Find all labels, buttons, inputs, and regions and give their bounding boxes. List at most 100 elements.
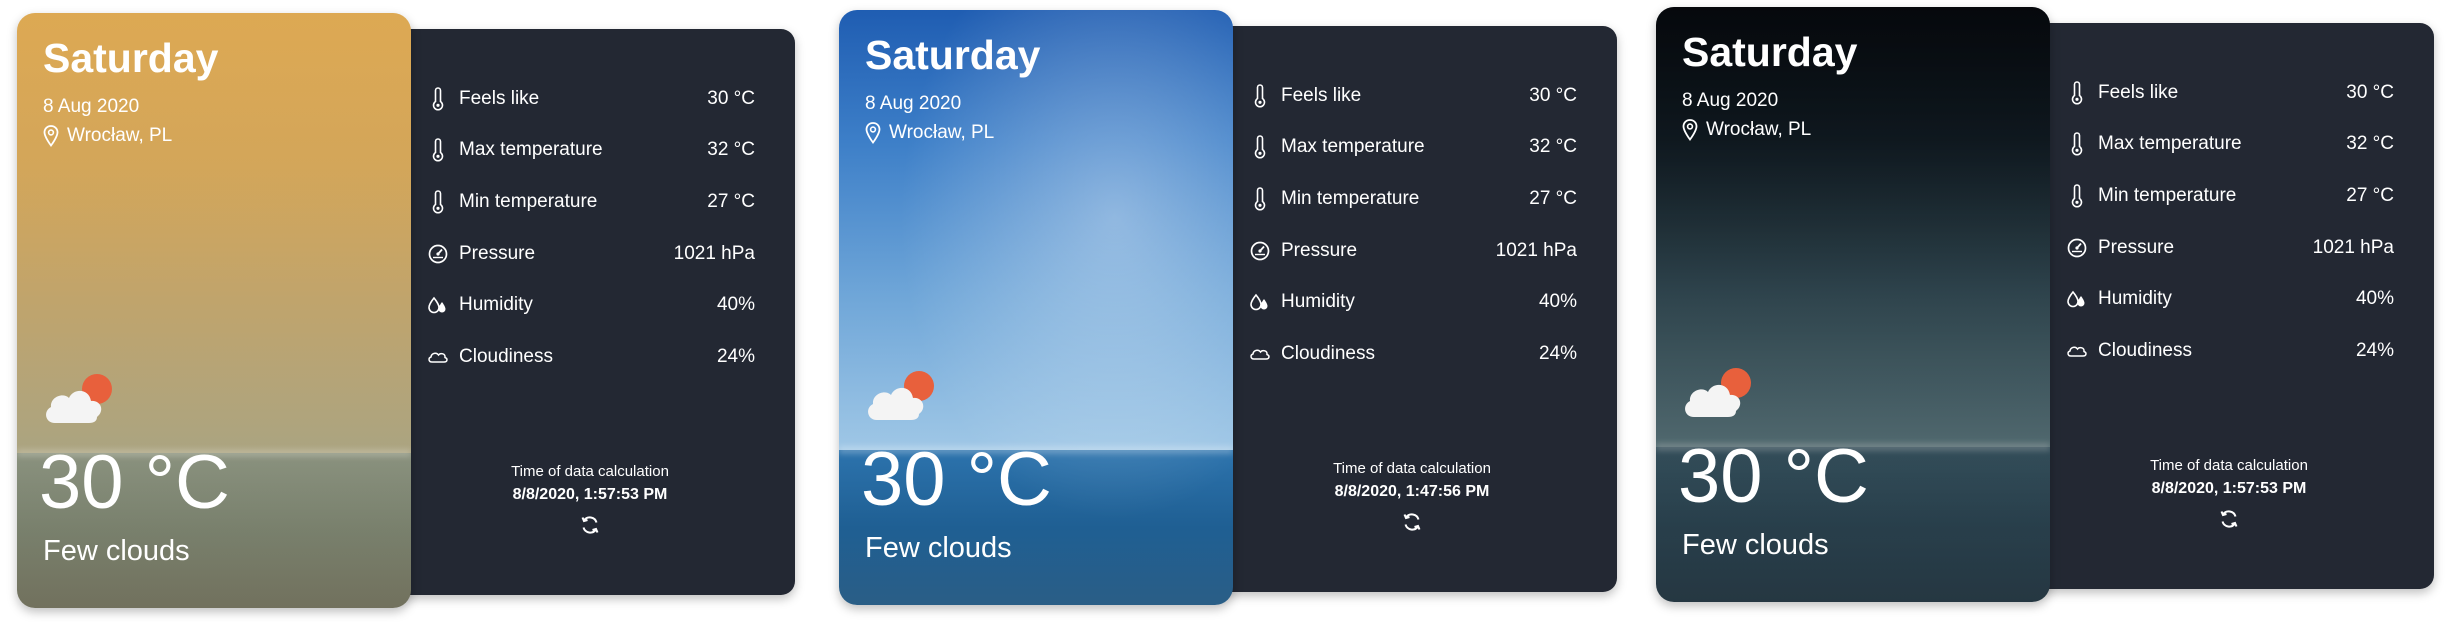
detail-label: Cloudiness (1281, 342, 1375, 364)
detail-row: Feels like 30 °C (427, 73, 755, 125)
detail-row: Cloudiness 24% (1249, 328, 1577, 380)
details-panel: Feels like 30 °C Max temperature 32 °C M… (1207, 26, 1617, 592)
detail-value: 32 °C (707, 139, 755, 161)
location: Wrocław, PL (865, 122, 994, 144)
detail-row: Feels like 30 °C (1249, 70, 1577, 122)
detail-label: Min temperature (459, 190, 598, 212)
detail-label: Max temperature (2098, 133, 2242, 155)
calc-label: Time of data calculation (1333, 460, 1491, 477)
date-text: 8 Aug 2020 (865, 93, 962, 114)
refresh-icon[interactable] (2218, 508, 2240, 530)
detail-label: Pressure (1281, 239, 1358, 261)
thermometer-icon (427, 138, 449, 162)
location-text: Wrocław, PL (1706, 119, 1812, 140)
detail-value: 32 °C (2346, 133, 2394, 155)
detail-value: 27 °C (707, 190, 755, 212)
detail-row: Feels like 30 °C (2066, 67, 2394, 119)
detail-row: Humidity 40% (427, 279, 755, 331)
details-list: Feels like 30 °C Max temperature 32 °C M… (427, 73, 755, 383)
gauge-icon (2066, 236, 2088, 260)
details-list: Feels like 30 °C Max temperature 32 °C M… (1249, 70, 1577, 380)
detail-label: Cloudiness (459, 345, 553, 367)
detail-label: Pressure (459, 242, 536, 264)
detail-row: Max temperature 32 °C (1249, 122, 1577, 174)
refresh-icon[interactable] (579, 514, 601, 536)
details-panel: Feels like 30 °C Max temperature 32 °C M… (2024, 23, 2434, 589)
detail-label: Feels like (1281, 84, 1362, 106)
thermometer-icon (2066, 81, 2088, 105)
detail-value: 30 °C (2346, 81, 2394, 103)
droplets-icon (1249, 290, 1271, 314)
thermometer-icon (2066, 184, 2088, 208)
day-name: Saturday (865, 32, 1041, 78)
calc-info: Time of data calculation 8/8/2020, 1:57:… (385, 463, 795, 541)
location-pin-icon (43, 125, 59, 147)
temperature: 30 °C (39, 440, 230, 525)
detail-row: Humidity 40% (1249, 276, 1577, 328)
detail-value: 40% (1538, 291, 1577, 313)
detail-label: Feels like (459, 87, 540, 109)
thermometer-icon (427, 190, 449, 214)
refresh-icon[interactable] (1401, 511, 1423, 533)
location: Wrocław, PL (1682, 119, 1811, 141)
weather-hero-card: Saturday 8 Aug 2020 Wrocław, PL 30 °C Fe… (839, 10, 1233, 605)
droplets-icon (2066, 287, 2088, 311)
temperature: 30 °C (861, 437, 1052, 522)
detail-value: 27 °C (1529, 187, 1577, 209)
weather-hero-card: Saturday 8 Aug 2020 Wrocław, PL 30 °C Fe… (17, 13, 411, 608)
cloud-sun-icon (1680, 365, 1756, 421)
thermometer-icon (1249, 84, 1271, 108)
gauge-icon (427, 242, 449, 266)
thermometer-icon (427, 87, 449, 111)
detail-row: Min temperature 27 °C (1249, 173, 1577, 225)
calc-label: Time of data calculation (2150, 457, 2308, 474)
cloud-sun-icon (863, 368, 939, 424)
cloud-sun-icon (41, 371, 117, 427)
detail-value: 1021 hPa (673, 242, 755, 264)
day-name: Saturday (43, 35, 219, 81)
detail-value: 40% (2355, 288, 2394, 310)
detail-label: Feels like (2098, 81, 2179, 103)
detail-row: Cloudiness 24% (2066, 325, 2394, 377)
detail-label: Cloudiness (2098, 339, 2192, 361)
detail-row: Max temperature 32 °C (2066, 119, 2394, 171)
detail-label: Max temperature (1281, 136, 1425, 158)
detail-value: 30 °C (707, 87, 755, 109)
detail-value: 30 °C (1529, 84, 1577, 106)
detail-value: 27 °C (2346, 184, 2394, 206)
location-pin-icon (865, 122, 881, 144)
calc-info: Time of data calculation 8/8/2020, 1:47:… (1207, 460, 1617, 538)
date-text: 8 Aug 2020 (43, 96, 140, 117)
detail-label: Pressure (2098, 236, 2175, 258)
thermometer-icon (1249, 187, 1271, 211)
detail-row: Min temperature 27 °C (427, 176, 755, 228)
detail-value: 32 °C (1529, 136, 1577, 158)
detail-value: 40% (716, 294, 755, 316)
calc-time: 8/8/2020, 1:57:53 PM (2151, 480, 2307, 497)
location-text: Wrocław, PL (67, 125, 173, 146)
detail-value: 24% (1538, 342, 1577, 364)
temperature: 30 °C (1678, 434, 1869, 519)
detail-row: Pressure 1021 hPa (2066, 222, 2394, 274)
detail-value: 24% (2355, 339, 2394, 361)
date-text: 8 Aug 2020 (1682, 90, 1779, 111)
condition-text: Few clouds (1682, 529, 1829, 561)
detail-label: Min temperature (2098, 184, 2237, 206)
detail-value: 1021 hPa (1495, 239, 1577, 261)
thermometer-icon (1249, 135, 1271, 159)
detail-row: Pressure 1021 hPa (1249, 225, 1577, 277)
calc-label: Time of data calculation (511, 463, 669, 480)
detail-label: Humidity (1281, 291, 1355, 313)
thermometer-icon (2066, 132, 2088, 156)
detail-row: Pressure 1021 hPa (427, 228, 755, 280)
calc-info: Time of data calculation 8/8/2020, 1:57:… (2024, 457, 2434, 535)
detail-value: 24% (716, 345, 755, 367)
location: Wrocław, PL (43, 125, 172, 147)
calc-time: 8/8/2020, 1:47:56 PM (1334, 483, 1490, 500)
location-text: Wrocław, PL (889, 122, 995, 143)
detail-label: Humidity (459, 294, 533, 316)
detail-row: Min temperature 27 °C (2066, 170, 2394, 222)
calc-time: 8/8/2020, 1:57:53 PM (512, 486, 668, 503)
detail-label: Humidity (2098, 288, 2172, 310)
droplets-icon (427, 293, 449, 317)
